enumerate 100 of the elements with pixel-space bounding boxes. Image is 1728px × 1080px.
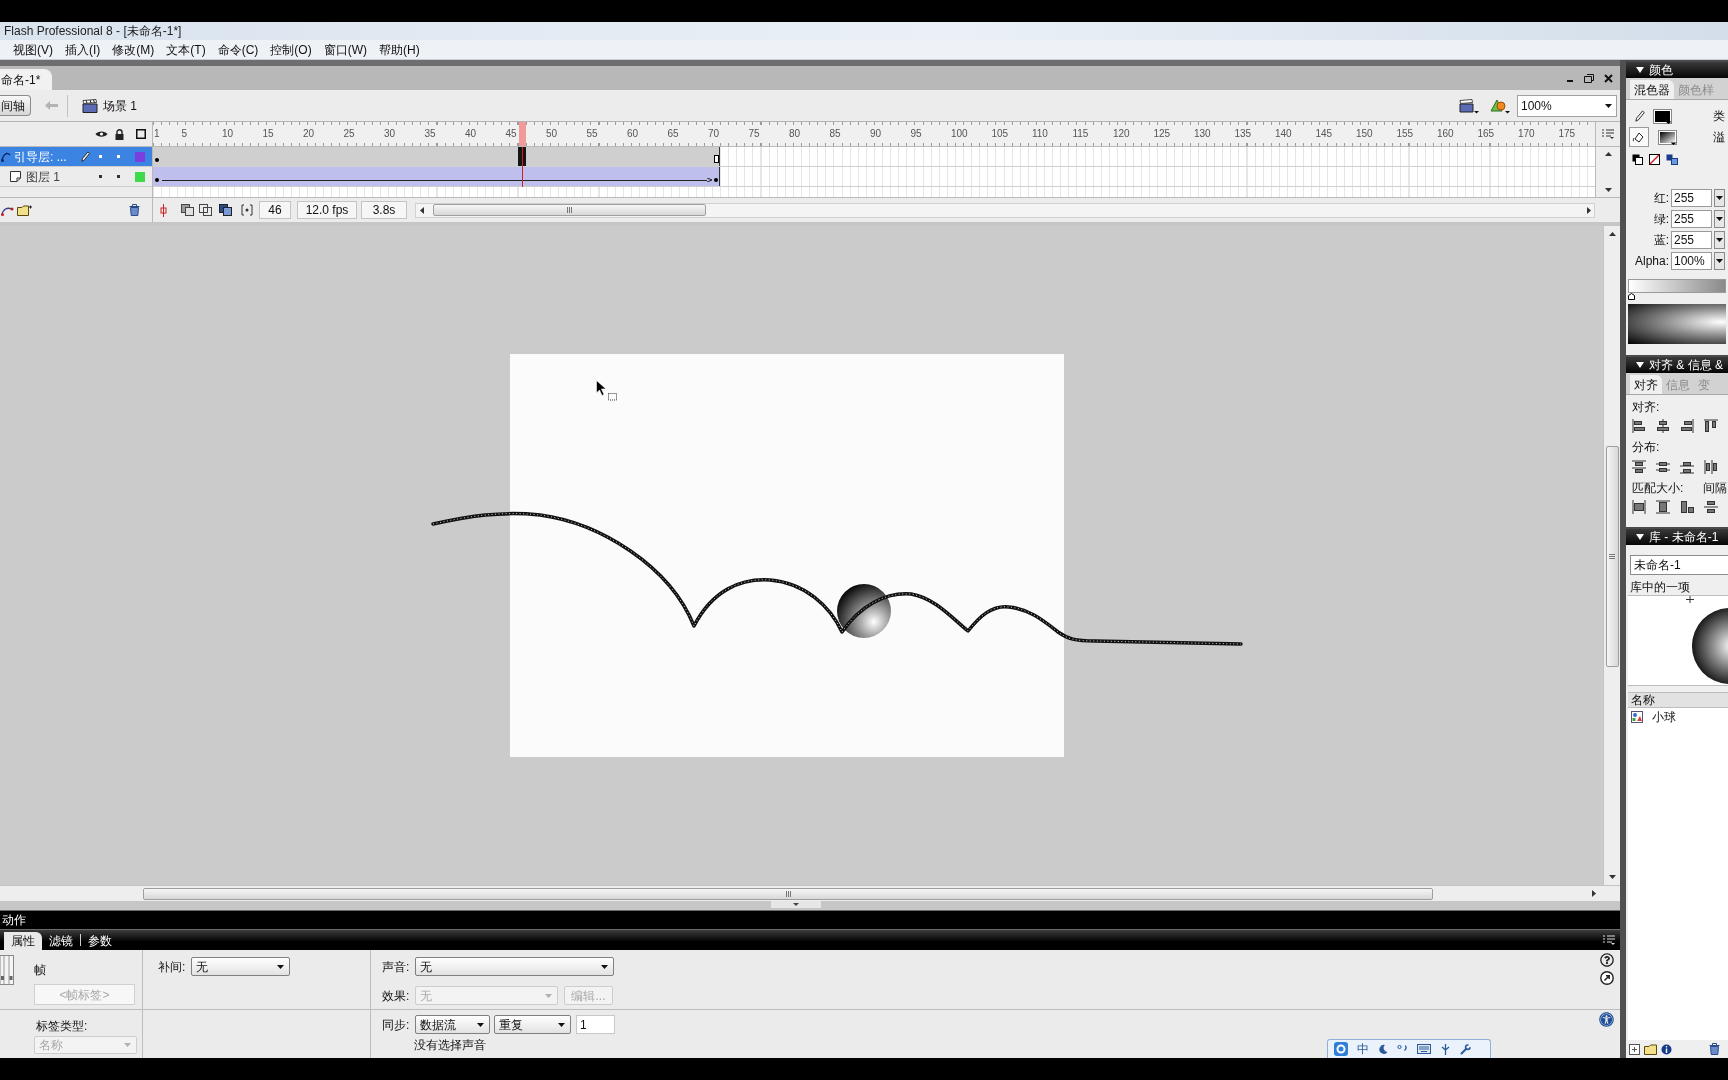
input-mode-toggle[interactable]: 中 [1357, 1043, 1369, 1055]
scrollbar-thumb[interactable] [433, 204, 706, 216]
motion-guide-path[interactable] [431, 511, 1243, 646]
delete-layer-icon[interactable] [129, 204, 140, 216]
expand-panel-icon[interactable] [1600, 971, 1614, 985]
channel-value-field[interactable]: 255 [1671, 188, 1712, 207]
repeat-count-field[interactable]: 1 [576, 1015, 615, 1034]
scroll-left-icon[interactable] [420, 206, 424, 214]
match-size-icon[interactable] [1680, 500, 1694, 514]
properties-icon[interactable] [1661, 1043, 1672, 1055]
tween-span[interactable] [153, 167, 720, 186]
wrench-icon[interactable] [1460, 1043, 1471, 1055]
frame-label-field[interactable]: <帧标签> [34, 984, 135, 1005]
menu-item[interactable]: 命令(C) [217, 43, 259, 56]
menu-item[interactable]: 插入(I) [65, 43, 101, 56]
menu-item[interactable]: 帮助(H) [379, 43, 420, 56]
delete-icon[interactable] [1709, 1043, 1720, 1055]
scrollbar-thumb[interactable] [1605, 446, 1619, 667]
scroll-up-icon[interactable] [1608, 232, 1616, 236]
scroll-up-icon[interactable] [1604, 152, 1612, 156]
channel-dropdown-button[interactable] [1714, 209, 1725, 228]
close-icon[interactable] [1604, 73, 1613, 83]
panel-menu-icon[interactable] [1603, 935, 1615, 945]
channel-value-field[interactable]: 255 [1671, 230, 1712, 249]
disclosure-triangle-icon[interactable] [1636, 362, 1644, 368]
timeline-toggle-button[interactable]: 间轴 [0, 95, 31, 116]
channel-dropdown-button[interactable] [1714, 188, 1725, 207]
distribute-left-icon[interactable] [1704, 460, 1718, 474]
channel-value-field[interactable]: 100% [1671, 251, 1712, 270]
horizontal-scrollbar[interactable] [0, 885, 1620, 901]
outline-icon[interactable] [136, 129, 146, 139]
ball[interactable] [837, 584, 891, 638]
repeat-dropdown[interactable]: 重复 [494, 1015, 571, 1034]
panel-tab[interactable]: 对齐 [1630, 375, 1662, 394]
library-item[interactable]: 小球 [1628, 708, 1728, 726]
pencil-icon[interactable] [1635, 110, 1645, 122]
panel-header[interactable]: 颜色 [1626, 62, 1728, 78]
layer-row[interactable]: 引导层: ... [0, 147, 152, 167]
punctuation-icon[interactable] [1397, 1044, 1408, 1054]
lock-icon[interactable] [114, 128, 124, 140]
distribute-center-icon[interactable] [1656, 460, 1670, 474]
vertical-scrollbar[interactable] [1603, 226, 1620, 885]
fill-swatch-icon[interactable] [1658, 129, 1677, 145]
properties-tab[interactable]: 滤镜 [42, 932, 80, 950]
keyboard-icon[interactable] [1417, 1044, 1431, 1054]
moon-icon[interactable] [1378, 1044, 1388, 1054]
eye-icon[interactable] [94, 130, 108, 138]
scroll-right-icon[interactable] [1592, 890, 1596, 897]
distribute-top-icon[interactable] [1632, 460, 1646, 474]
scroll-down-icon[interactable] [1608, 875, 1616, 879]
timeline-menu-icon[interactable] [1602, 129, 1614, 139]
restore-icon[interactable] [1584, 73, 1594, 83]
match-width-icon[interactable] [1632, 500, 1646, 514]
panel-header[interactable]: 库 - 未命名-1 [1626, 529, 1728, 545]
scrollbar-thumb[interactable] [143, 887, 1433, 900]
onion-skin-icon[interactable] [181, 204, 195, 216]
properties-tab[interactable]: 参数 [81, 932, 119, 950]
zoom-dropdown[interactable]: 100% [1517, 94, 1617, 117]
align-center-icon[interactable] [1656, 419, 1670, 433]
edit-symbol-icon[interactable] [1490, 97, 1510, 114]
outline-color-swatch-icon[interactable] [135, 171, 145, 182]
edit-scene-icon[interactable] [1459, 97, 1479, 114]
scroll-right-icon[interactable] [1587, 206, 1591, 214]
default-colors-icon[interactable] [1632, 153, 1643, 165]
outline-color-swatch-icon[interactable] [135, 151, 145, 162]
column-header[interactable]: 名称 [1628, 692, 1728, 708]
menu-item[interactable]: 窗口(W) [323, 43, 367, 56]
match-height-icon[interactable] [1656, 500, 1670, 514]
stroke-swatch-icon[interactable] [1653, 108, 1672, 124]
distribute-bottom-icon[interactable] [1680, 460, 1694, 474]
menu-item[interactable]: 视图(V) [13, 43, 53, 56]
swap-colors-icon[interactable] [1666, 153, 1678, 165]
no-color-icon[interactable] [1649, 153, 1660, 165]
fork-icon[interactable] [1440, 1043, 1451, 1055]
channel-value-field[interactable]: 255 [1671, 209, 1712, 228]
align-left-icon[interactable] [1632, 419, 1646, 433]
onion-skin-outlines-icon[interactable] [199, 204, 213, 216]
frame-ruler[interactable]: 1 5 10 15 20 25 30 35 40 45 50 55 60 65 70 75 80 85 90 95 100 105 110 115 120 125 130 135 140 145 150 155 160 165 170 175 [153, 122, 1595, 147]
space-evenly-icon[interactable] [1704, 500, 1718, 514]
actions-panel-bar[interactable]: 动作 [0, 910, 1620, 930]
sound-dropdown[interactable]: 无 [415, 957, 614, 976]
panel-header[interactable]: 对齐 & 信息 & [1626, 357, 1728, 373]
fill-bucket-icon[interactable] [1629, 127, 1649, 147]
menu-item[interactable]: 控制(O) [270, 43, 312, 56]
collapse-handle-icon[interactable] [771, 901, 821, 908]
edit-multiple-frames-icon[interactable] [219, 204, 233, 216]
properties-tab[interactable]: 属性 [4, 932, 42, 950]
document-tab[interactable]: 命名-1* [0, 69, 53, 90]
scene-name[interactable]: 场景 1 [103, 99, 137, 112]
new-folder-icon[interactable] [1644, 1043, 1657, 1055]
library-document-dropdown[interactable]: 未命名-1 [1630, 555, 1728, 575]
frame-rate[interactable]: 12.0 fps [297, 201, 357, 219]
new-symbol-icon[interactable] [1629, 1043, 1640, 1055]
onion-markers-icon[interactable] [241, 204, 253, 216]
disclosure-triangle-icon[interactable] [1636, 67, 1644, 73]
align-right-icon[interactable] [1680, 419, 1694, 433]
disclosure-triangle-icon[interactable] [1636, 534, 1644, 540]
tween-dropdown[interactable]: 无 [191, 957, 290, 976]
scroll-down-icon[interactable] [1604, 188, 1612, 192]
help-icon[interactable] [1600, 953, 1614, 967]
